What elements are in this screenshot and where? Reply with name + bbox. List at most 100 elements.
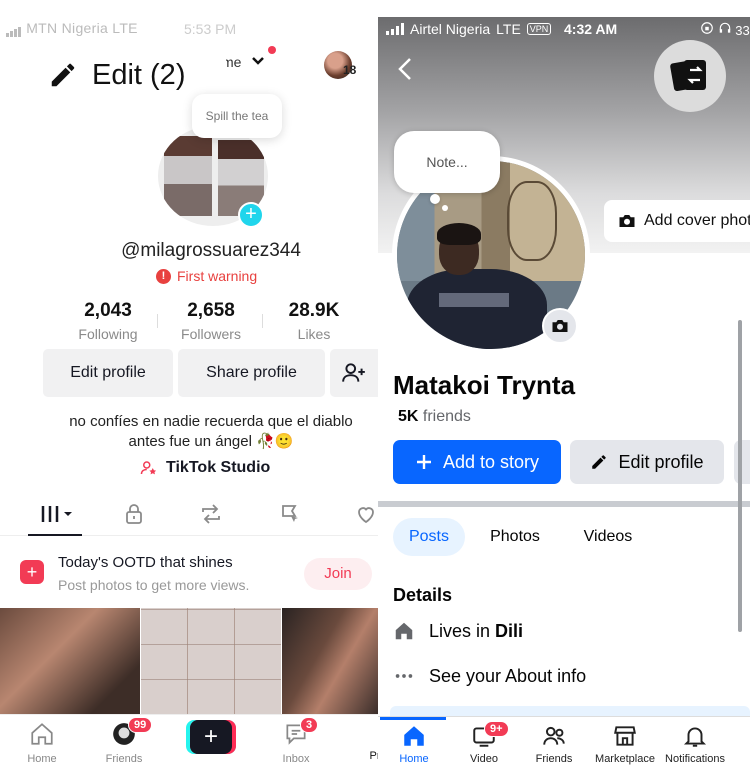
top-edge: [378, 0, 750, 17]
friends-number: 5K: [398, 408, 419, 425]
stat-followers[interactable]: 2,658 Followers: [174, 300, 248, 342]
chevron-down-icon[interactable]: [251, 56, 265, 66]
network-label: LTE: [112, 20, 138, 36]
edit-profile-button[interactable]: Edit profile: [570, 440, 724, 484]
tab-videos[interactable]: Videos: [570, 518, 646, 556]
tab-videos[interactable]: [40, 502, 76, 531]
tiktok-studio-link[interactable]: TikTok Studio: [140, 459, 270, 477]
detail-about[interactable]: See your About info: [393, 665, 586, 687]
detail-lives-in[interactable]: Lives in Dili: [393, 620, 523, 642]
nav-profile[interactable]: Pr: [360, 747, 379, 762]
more-options-button[interactable]: [734, 440, 750, 484]
house-icon: [395, 622, 413, 640]
nav-profile-label: Pr: [369, 750, 379, 762]
nav-inbox[interactable]: Inbox 3: [278, 717, 319, 765]
add-to-story-label: Add to story: [442, 451, 540, 472]
edit-profile-label: Edit profile: [618, 451, 704, 472]
nav-home[interactable]: Home: [396, 723, 432, 765]
add-to-story-button[interactable]: Add to story: [393, 440, 561, 484]
next-card-edge: [390, 706, 750, 716]
create-button[interactable]: +: [186, 720, 236, 754]
nav-home[interactable]: Home: [24, 721, 60, 765]
bookmark-icon: [282, 505, 298, 522]
nav-marketplace[interactable]: Marketplace: [592, 723, 658, 765]
back-arrow-icon[interactable]: [396, 56, 414, 82]
nav-inbox-label: Inbox: [282, 753, 310, 765]
tab-favorites[interactable]: [278, 502, 302, 531]
friends-count[interactable]: 5K friends: [398, 408, 471, 426]
stat-likes[interactable]: 28.9K Likes: [278, 300, 350, 342]
note-bubble[interactable]: Note...: [394, 131, 500, 193]
facebook-profile-screen: Airtel Nigeria LTE VPN 4:32 AM 33 Add co…: [378, 0, 750, 772]
friends-label: friends: [422, 408, 471, 425]
edit-profile-button[interactable]: Edit profile: [43, 349, 173, 397]
change-profile-picture-button[interactable]: [542, 308, 578, 344]
status-time: 5:53 PM: [184, 21, 237, 37]
lock-icon: [126, 504, 142, 524]
nav-video[interactable]: Video 9+: [466, 721, 509, 765]
alert-icon: !: [156, 268, 171, 284]
nav-notifications[interactable]: Notifications: [662, 723, 728, 765]
username: @milagrossuarez344: [121, 240, 301, 261]
switch-profile-button[interactable]: [654, 40, 726, 112]
likes-count: 28.9K: [288, 300, 340, 321]
add-friend-button[interactable]: [330, 349, 378, 397]
battery-percent: 33: [735, 23, 750, 38]
scrollbar[interactable]: [738, 320, 742, 632]
bio-line-2: antes fue un ángel 🥀🙂: [128, 433, 294, 450]
studio-label: TikTok Studio: [166, 459, 271, 476]
video-thumbnail[interactable]: [282, 608, 378, 714]
edit-overlay-label: Edit (2): [92, 58, 186, 91]
promo-title: Today's OOTD that shines: [58, 554, 233, 571]
warning-status[interactable]: ! First warning: [156, 268, 257, 284]
tab-liked[interactable]: [354, 502, 378, 531]
status-bar-right: Airtel Nigeria LTE VPN: [386, 21, 552, 37]
share-profile-button[interactable]: Share profile: [178, 349, 325, 397]
content-tabs: [0, 496, 378, 536]
likes-label: Likes: [297, 326, 331, 342]
heart-icon: [358, 507, 374, 524]
tab-photos[interactable]: Photos: [478, 518, 552, 556]
active-tab-indicator: [28, 534, 82, 536]
add-cover-label: Add cover photo: [644, 212, 750, 229]
tab-private[interactable]: [122, 502, 146, 531]
promo-subtitle: Post photos to get more views.: [58, 577, 250, 593]
bio: no confíes en nadie recuerda que el diab…: [0, 412, 378, 452]
vpn-badge: VPN: [526, 23, 552, 35]
add-photo-plus-icon[interactable]: +: [238, 202, 264, 228]
add-cover-photo-button[interactable]: Add cover photo: [604, 200, 750, 242]
profile-photo-left: [164, 136, 212, 216]
status-time: 4:32 AM: [564, 21, 618, 37]
join-button[interactable]: Join: [304, 558, 372, 590]
details-heading: Details: [393, 585, 453, 605]
bio-line-1: no confíes en nadie recuerda que el diab…: [69, 413, 353, 430]
video-thumbnail[interactable]: [0, 608, 140, 714]
signal-icon: [386, 23, 404, 35]
status-bar-left: MTN Nigeria LTE: [6, 20, 138, 38]
nav-video-label: Video: [470, 753, 498, 765]
tab-reposts[interactable]: [198, 502, 224, 531]
following-label: Following: [78, 326, 138, 342]
video-grid: [0, 608, 378, 714]
stat-following[interactable]: 2,043 Following: [72, 300, 144, 342]
switch-profile-icon: [670, 60, 706, 92]
nav-marketplace-label: Marketplace: [595, 753, 655, 765]
nav-friends-label: Friends: [535, 753, 573, 765]
nav-friends[interactable]: Friends: [534, 723, 574, 765]
pencil-icon: [592, 455, 607, 469]
profile-name: Matakoi Trynta: [393, 370, 576, 400]
marketplace-icon: [614, 726, 636, 746]
headphones-icon: [719, 22, 730, 33]
nav-friends[interactable]: Friends 99: [104, 717, 153, 765]
following-count: 2,043: [84, 300, 132, 321]
nav-home-label: Home: [399, 753, 429, 765]
note-bubble[interactable]: Spill the tea: [192, 94, 282, 138]
signal-icon: [6, 21, 22, 38]
repost-icon: [202, 504, 220, 524]
ootd-promo[interactable]: + Today's OOTD that shines Post photos t…: [0, 538, 378, 606]
more-dots-icon: [395, 674, 413, 678]
nav-notifications-label: Notifications: [665, 753, 725, 765]
tab-posts[interactable]: Posts: [393, 518, 465, 556]
about-label: See your About info: [429, 665, 587, 686]
tiktok-profile-screen: MTN Nigeria LTE 5:53 PM me 18 Edit (2) S…: [0, 0, 378, 772]
